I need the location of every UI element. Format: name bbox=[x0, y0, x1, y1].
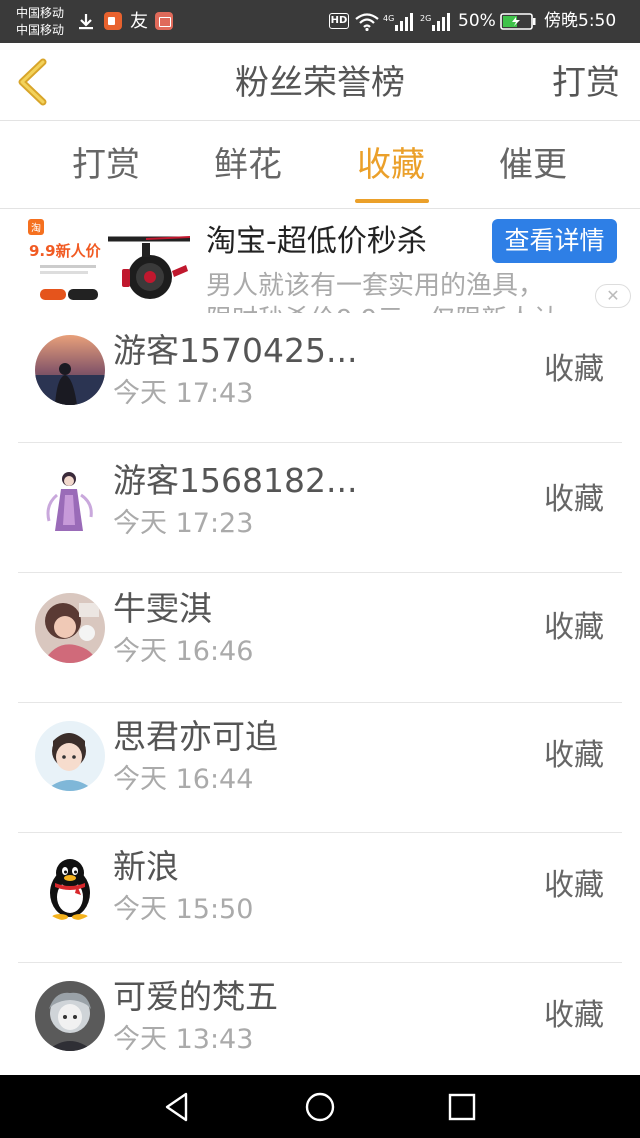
hd-badge: HD bbox=[329, 13, 349, 29]
fan-time: 今天 16:44 bbox=[113, 764, 254, 795]
network-type-1: 4G bbox=[383, 14, 395, 23]
fan-name[interactable]: 新浪 bbox=[113, 847, 179, 887]
ad-image-badge: 9.9新人价 bbox=[29, 242, 102, 260]
network-type-2: 2G bbox=[420, 14, 432, 23]
fan-name[interactable]: 游客1568182... bbox=[113, 461, 357, 501]
header: 粉丝荣誉榜 打赏 bbox=[0, 43, 640, 121]
signal-icon-sim2: 2G bbox=[420, 12, 454, 31]
ad-logo-text: 淘 bbox=[31, 222, 41, 235]
fairy-illustration-avatar bbox=[35, 465, 105, 535]
reward-button[interactable]: 打赏 bbox=[552, 63, 620, 103]
square-recents-icon[interactable] bbox=[444, 1089, 480, 1125]
screen: 中国移动 中国移动 友 HD 4G 2G 50% 傍晚5:50 粉丝荣誉榜 打赏… bbox=[0, 0, 640, 1138]
friend-app-icon: 友 bbox=[130, 11, 148, 32]
carrier-1-label: 中国移动 bbox=[16, 6, 65, 20]
fan-time: 今天 16:46 bbox=[113, 636, 254, 667]
ad-detail-button[interactable]: 查看详情 bbox=[492, 219, 617, 263]
ad-description: 男人就该有一套实用的渔具， bbox=[206, 271, 545, 301]
tab-favorites[interactable]: 收藏 bbox=[341, 145, 441, 185]
video-app-icon bbox=[104, 12, 122, 30]
triangle-back-icon[interactable] bbox=[160, 1089, 196, 1125]
fan-action-label: 收藏 bbox=[544, 868, 604, 903]
status-bar: 中国移动 中国移动 友 HD 4G 2G 50% 傍晚5:50 bbox=[0, 0, 640, 43]
page-title: 粉丝荣誉榜 bbox=[235, 63, 405, 103]
list-item[interactable]: 新浪 今天 15:50 收藏 bbox=[0, 833, 640, 963]
ad-description-line2: 限时秒杀价9.9元，仅限新人认 bbox=[206, 303, 559, 313]
fan-action-label: 收藏 bbox=[544, 998, 604, 1033]
signal-icon-sim1: 4G bbox=[383, 12, 415, 31]
fan-time: 今天 17:43 bbox=[113, 378, 254, 409]
qq-penguin-avatar bbox=[35, 851, 105, 921]
chevron-left-icon[interactable] bbox=[10, 57, 56, 107]
system-nav-bar bbox=[0, 1075, 640, 1138]
fan-name[interactable]: 游客1570425... bbox=[113, 331, 357, 371]
circle-home-icon[interactable] bbox=[302, 1089, 338, 1125]
wifi-icon bbox=[355, 13, 379, 31]
mail-app-icon bbox=[155, 12, 173, 30]
list-item[interactable]: 思君亦可追 今天 16:44 收藏 bbox=[0, 703, 640, 833]
active-tab-indicator bbox=[355, 199, 429, 203]
fan-time: 今天 15:50 bbox=[113, 894, 254, 925]
battery-icon bbox=[500, 13, 536, 30]
ad-title[interactable]: 淘宝-超低价秒杀 bbox=[206, 223, 427, 261]
fan-time: 今天 17:23 bbox=[113, 508, 254, 539]
clock: 傍晚5:50 bbox=[544, 11, 617, 31]
anime-character-avatar bbox=[35, 981, 105, 1051]
girl-photo-avatar bbox=[35, 593, 105, 663]
anime-boy-avatar bbox=[35, 721, 105, 791]
carrier-2-label: 中国移动 bbox=[16, 23, 65, 37]
list-item[interactable]: 游客1568182... 今天 17:23 收藏 bbox=[0, 443, 640, 573]
fan-action-label: 收藏 bbox=[544, 482, 604, 517]
fan-action-label: 收藏 bbox=[544, 352, 604, 387]
list-item[interactable]: 牛雯淇 今天 16:46 收藏 bbox=[0, 573, 640, 703]
list-item[interactable]: 可爱的梵五 今天 13:43 收藏 bbox=[0, 963, 640, 1075]
list-item[interactable]: 游客1570425... 今天 17:43 收藏 bbox=[0, 313, 640, 443]
fan-action-label: 收藏 bbox=[544, 610, 604, 645]
fan-action-label: 收藏 bbox=[544, 738, 604, 773]
tab-bar: 打赏 鲜花 收藏 催更 bbox=[0, 121, 640, 209]
battery-percent: 50% bbox=[458, 11, 496, 31]
fan-list: 游客1570425... 今天 17:43 收藏 游客1568182... 今天… bbox=[0, 313, 640, 1075]
fishing-reel-ad-image[interactable]: 淘 9.9新人价 bbox=[26, 219, 190, 313]
ad-description-container: 男人就该有一套实用的渔具， 限时秒杀价9.9元，仅限新人认 bbox=[206, 269, 610, 313]
sunset-silhouette-avatar bbox=[35, 335, 105, 405]
ad-banner[interactable]: 淘 9.9新人价 淘宝-超低价秒杀 查看详情 男人就该有一套实用的渔具， 限时秒… bbox=[0, 209, 640, 313]
download-icon bbox=[79, 14, 93, 30]
close-icon[interactable]: ✕ bbox=[595, 284, 631, 308]
fan-name[interactable]: 思君亦可追 bbox=[113, 717, 278, 757]
tab-reward[interactable]: 打赏 bbox=[56, 145, 156, 185]
fan-name[interactable]: 牛雯淇 bbox=[113, 589, 212, 629]
fan-time: 今天 13:43 bbox=[113, 1024, 254, 1055]
fan-name[interactable]: 可爱的梵五 bbox=[113, 977, 278, 1017]
tab-flowers[interactable]: 鲜花 bbox=[198, 145, 298, 185]
tab-urge-update[interactable]: 催更 bbox=[483, 145, 583, 185]
